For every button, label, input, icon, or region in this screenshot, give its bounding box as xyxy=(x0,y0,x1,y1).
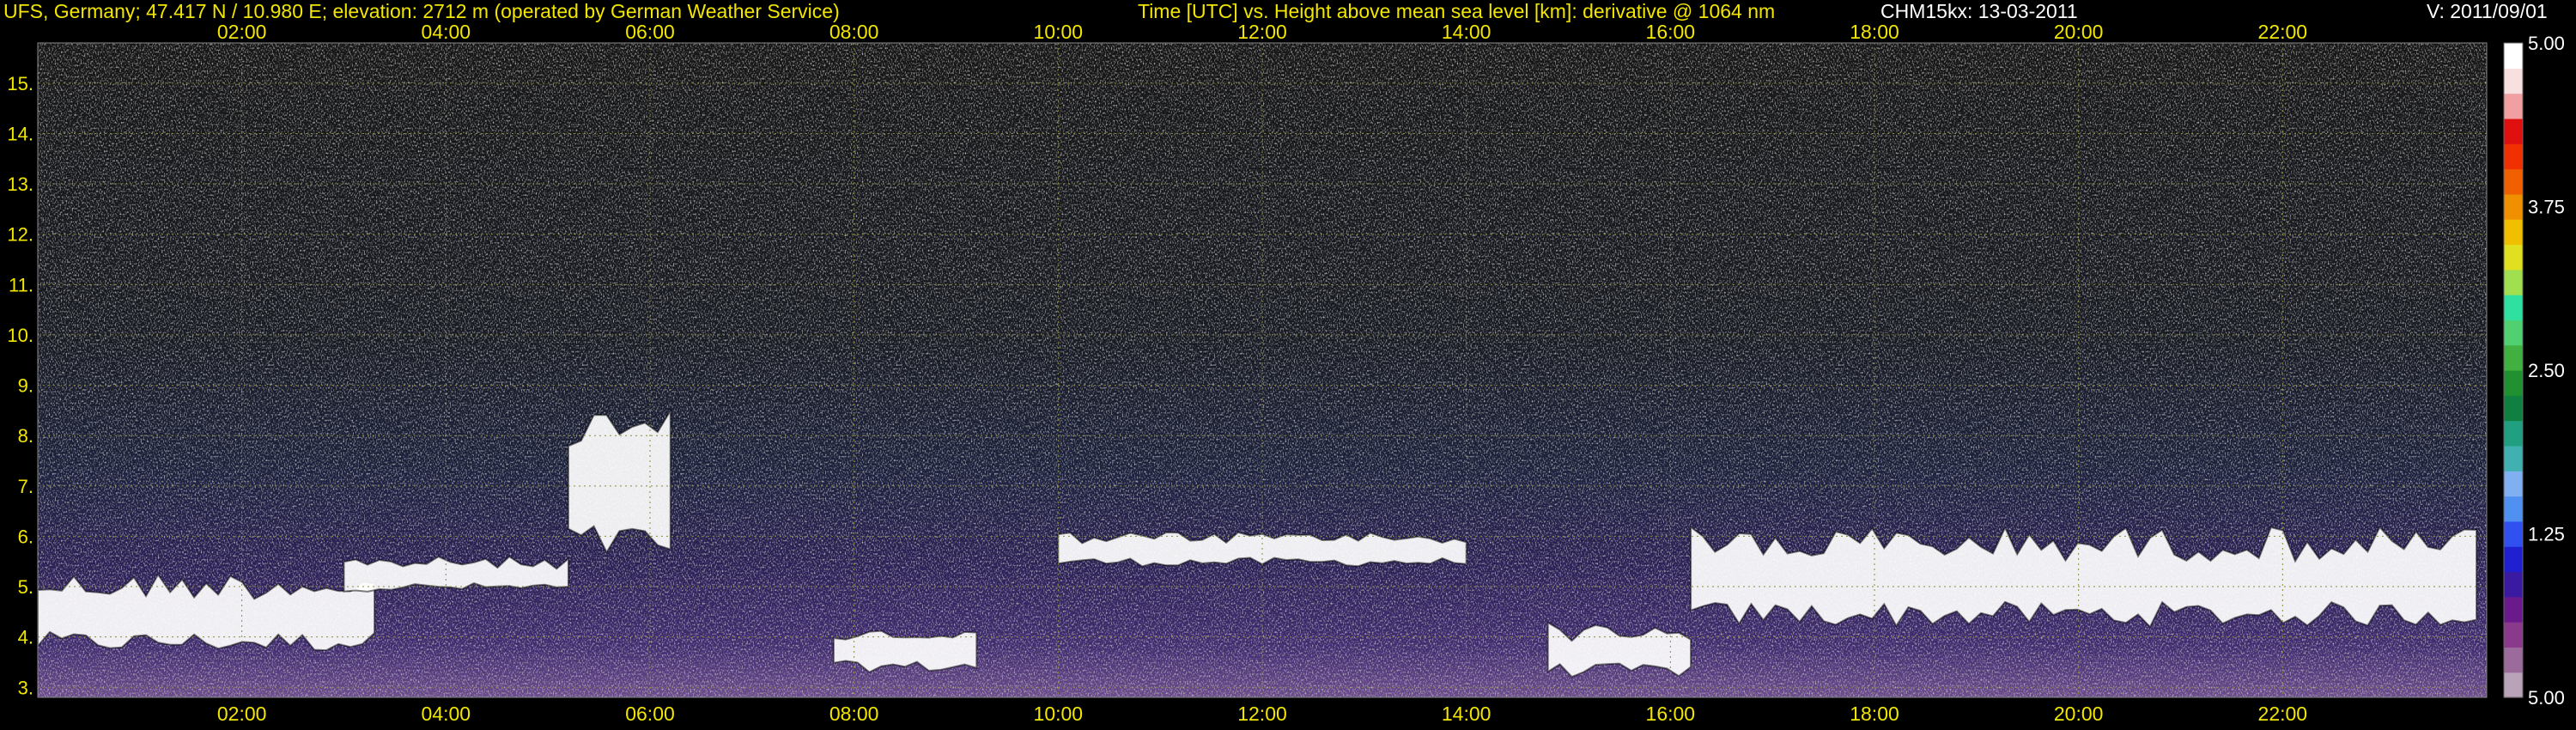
colorbar-swatch xyxy=(2504,370,2523,396)
y-tick-label: 9. xyxy=(18,375,33,397)
colorbar-swatch xyxy=(2504,118,2523,144)
colorbar-swatch xyxy=(2504,622,2523,648)
x-tick-label-bottom: 10:00 xyxy=(1034,703,1084,725)
colorbar-swatch xyxy=(2504,344,2523,371)
ceilometer-chart: 02:00 04:00 06:00 08:00 10:00 12:00 14:00 16:00… xyxy=(7,21,2565,725)
x-axis-bottom: 02:00 04:00 06:00 08:00 10:00 12:00 14:00 16:00… xyxy=(217,703,2307,725)
colorbar-swatch xyxy=(2504,168,2523,195)
colorbar-swatch xyxy=(2504,571,2523,598)
x-tick-label-bottom: 20:00 xyxy=(2054,703,2104,725)
colorbar-swatch xyxy=(2504,319,2523,346)
x-tick-label-bottom: 02:00 xyxy=(217,703,267,725)
colorbar: 5.00 3.75 2.50 1.25 5.00 xyxy=(2503,33,2565,709)
x-tick-label-bottom: 16:00 xyxy=(1646,703,1696,725)
colorbar-swatch xyxy=(2504,43,2523,69)
colorbar-swatch xyxy=(2504,596,2523,623)
colorbar-swatch xyxy=(2504,445,2523,471)
x-tick-label-bottom: 14:00 xyxy=(1442,703,1492,725)
colorbar-swatch xyxy=(2504,219,2523,246)
x-tick-label-bottom: 12:00 xyxy=(1237,703,1287,725)
colorbar-swatch xyxy=(2504,68,2523,94)
x-tick-label-top: 02:00 xyxy=(217,21,267,43)
y-tick-label: 4. xyxy=(18,627,33,648)
colorbar-swatch xyxy=(2504,93,2523,119)
x-tick-label-bottom: 22:00 xyxy=(2258,703,2308,725)
colorbar-swatch xyxy=(2504,420,2523,447)
colorbar-swatch xyxy=(2504,520,2523,547)
x-tick-label-top: 22:00 xyxy=(2258,21,2308,43)
x-tick-label-top: 16:00 xyxy=(1646,21,1696,43)
y-tick-label: 14. xyxy=(7,124,33,145)
x-tick-label-bottom: 06:00 xyxy=(625,703,675,725)
x-tick-label-bottom: 18:00 xyxy=(1850,703,1899,725)
x-tick-label-top: 14:00 xyxy=(1442,21,1492,43)
x-tick-label-top: 08:00 xyxy=(829,21,879,43)
y-tick-label: 7. xyxy=(18,476,33,497)
colorbar-swatch xyxy=(2504,496,2523,522)
x-tick-label-bottom: 04:00 xyxy=(422,703,471,725)
colorbar-swatch xyxy=(2504,395,2523,422)
x-tick-label-top: 12:00 xyxy=(1237,21,1287,43)
colorbar-swatch xyxy=(2504,295,2523,320)
colorbar-tick-label: 1.25 xyxy=(2528,524,2565,545)
y-tick-label: 5. xyxy=(18,576,33,598)
colorbar-swatch xyxy=(2504,244,2523,271)
y-tick-label: 15. xyxy=(7,73,33,94)
y-tick-label: 11. xyxy=(9,274,33,295)
colorbar-swatch xyxy=(2504,672,2523,698)
y-tick-label: 8. xyxy=(18,425,33,447)
y-tick-label: 13. xyxy=(7,173,33,195)
colorbar-swatch xyxy=(2504,546,2523,573)
colorbar-tick-label: 3.75 xyxy=(2528,197,2565,218)
colorbar-swatch xyxy=(2504,647,2523,673)
y-axis: 3. 4. 5. 6. 7. 8. 9. 10. 11. 12. 13. 14. 15. xyxy=(7,73,33,698)
x-tick-label-top: 20:00 xyxy=(2054,21,2104,43)
x-tick-label-top: 06:00 xyxy=(625,21,675,43)
y-tick-label: 3. xyxy=(18,677,33,698)
colorbar-swatch xyxy=(2504,269,2523,295)
colorbar-swatch xyxy=(2504,143,2523,170)
x-tick-label-top: 18:00 xyxy=(1850,21,1899,43)
colorbar-tick-label: 5.00 xyxy=(2528,33,2565,54)
x-tick-label-top: 10:00 xyxy=(1034,21,1084,43)
colorbar-tick-label: 5.00 xyxy=(2528,687,2565,709)
x-tick-label-top: 04:00 xyxy=(422,21,471,43)
x-axis-top: 02:00 04:00 06:00 08:00 10:00 12:00 14:00 16:00… xyxy=(217,21,2307,43)
colorbar-swatch xyxy=(2504,193,2523,220)
colorbar-swatch xyxy=(2504,471,2523,497)
y-tick-label: 6. xyxy=(18,526,33,547)
y-tick-label: 12. xyxy=(7,224,33,246)
colorbar-tick-label: 2.50 xyxy=(2528,360,2565,381)
y-tick-label: 10. xyxy=(7,325,33,346)
x-tick-label-bottom: 08:00 xyxy=(829,703,879,725)
